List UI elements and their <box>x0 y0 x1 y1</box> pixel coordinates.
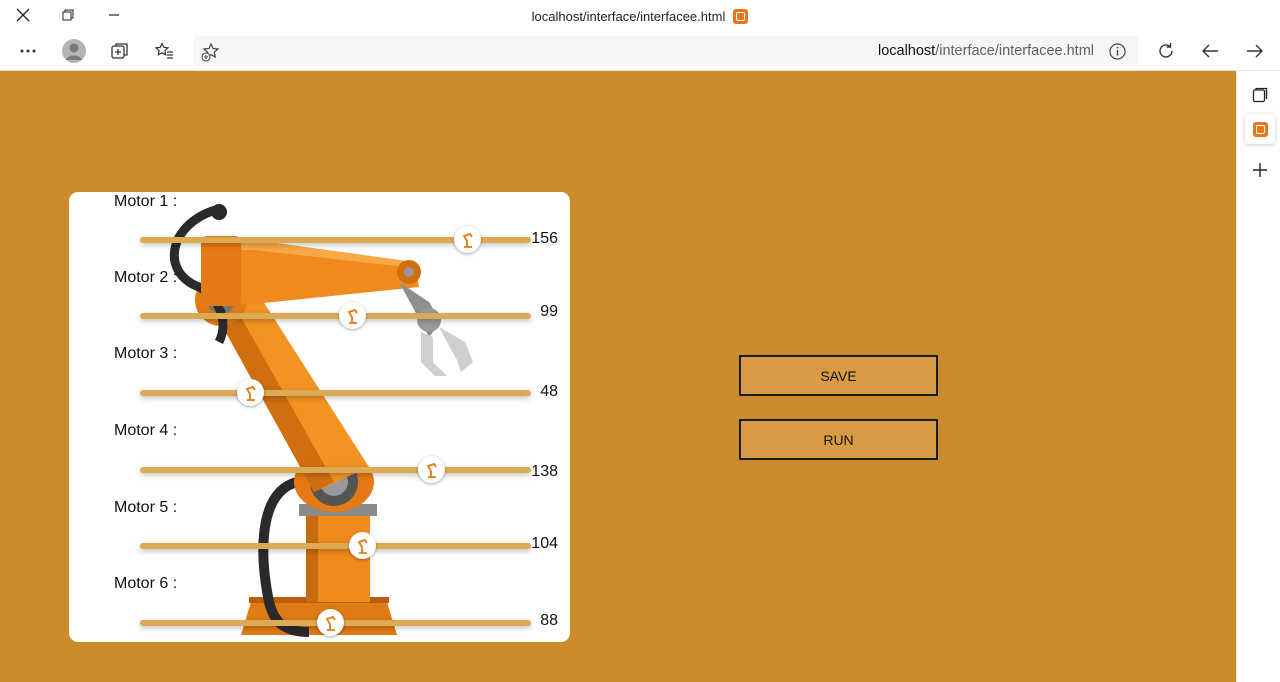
sidebar-tab-xampp[interactable] <box>1245 114 1275 144</box>
more-options-icon <box>20 49 36 53</box>
motor-5-slider-thumb[interactable] <box>349 532 376 559</box>
browser-toolbar: localhost/interface/interfacee.html <box>0 32 1280 71</box>
collections-icon <box>111 43 128 59</box>
motor-4-value: 138 <box>531 463 558 480</box>
window-title: localhost/interface/interfacee.html <box>0 9 1280 24</box>
refresh-icon <box>1159 43 1173 58</box>
more-options-button[interactable] <box>11 34 45 68</box>
tab-actions-button[interactable] <box>1245 80 1275 110</box>
motor-4-label: Motor 4 : <box>114 422 178 439</box>
tab-actions-icon <box>1252 87 1268 103</box>
favorites-button[interactable] <box>147 34 181 68</box>
motor-3-value: 48 <box>540 383 558 400</box>
url-text[interactable]: localhost/interface/interfacee.html <box>878 43 1094 59</box>
motor-2-slider-track[interactable] <box>140 313 531 319</box>
add-favorite-button[interactable] <box>201 42 221 67</box>
motor-5-label: Motor 5 : <box>114 499 178 516</box>
forward-button[interactable] <box>1238 34 1272 68</box>
favorites-icon <box>154 42 173 59</box>
xampp-tab-icon <box>1252 121 1268 137</box>
forward-arrow-icon <box>1247 44 1263 58</box>
motor-1-label: Motor 1 : <box>114 193 178 210</box>
robot-arm-icon <box>325 615 336 631</box>
page-content: Motor 1 : 156 Motor 2 : 99 Motor 3 : 48 … <box>0 71 1236 682</box>
motor-2-slider-thumb[interactable] <box>339 302 366 329</box>
url-host: localhost <box>877 43 936 59</box>
save-button[interactable]: SAVE <box>739 355 938 396</box>
window-title-text: localhost/interface/interfacee.html <box>531 9 726 24</box>
site-info-button[interactable] <box>1109 43 1126 65</box>
add-favorite-icon <box>201 42 220 62</box>
robot-arm-icon <box>462 232 473 248</box>
xampp-favicon-icon <box>733 9 749 24</box>
plus-icon <box>1253 163 1267 177</box>
motor-4-slider-thumb[interactable] <box>418 456 445 483</box>
url-path: /interface/interfacee.html <box>935 43 1094 59</box>
motor-5-value: 104 <box>531 535 558 552</box>
back-arrow-icon <box>1202 44 1218 58</box>
new-tab-button[interactable] <box>1245 155 1275 185</box>
browser-sidebar <box>1236 71 1280 682</box>
robot-arm-icon <box>426 462 437 478</box>
address-bar[interactable]: localhost/interface/interfacee.html <box>193 36 1138 66</box>
profile-avatar-icon <box>62 39 86 63</box>
motor-4-slider-track[interactable] <box>140 467 531 473</box>
motor-6-value: 88 <box>540 612 558 629</box>
motor-3-slider-thumb[interactable] <box>237 379 264 406</box>
robot-arm-icon <box>347 308 358 324</box>
motor-3-label: Motor 3 : <box>114 345 178 362</box>
motor-2-value: 99 <box>540 303 558 320</box>
robot-arm-icon <box>357 538 368 554</box>
motor-control-panel: Motor 1 : 156 Motor 2 : 99 Motor 3 : 48 … <box>69 192 570 642</box>
back-button[interactable] <box>1193 34 1227 68</box>
refresh-button[interactable] <box>1149 34 1183 68</box>
motor-1-slider-thumb[interactable] <box>454 226 481 253</box>
motor-6-slider-thumb[interactable] <box>317 609 344 636</box>
run-button[interactable]: RUN <box>739 419 938 460</box>
motor-3-slider-track[interactable] <box>140 390 531 396</box>
window-title-bar: localhost/interface/interfacee.html <box>0 0 1280 32</box>
motor-6-label: Motor 6 : <box>114 575 178 592</box>
motor-2-label: Motor 2 : <box>114 269 178 286</box>
profile-button[interactable] <box>57 34 91 68</box>
motor-1-value: 156 <box>531 230 558 247</box>
motor-5-slider-track[interactable] <box>140 543 531 549</box>
collections-button[interactable] <box>103 34 137 68</box>
robot-arm-icon <box>245 385 256 401</box>
info-icon <box>1109 43 1126 60</box>
